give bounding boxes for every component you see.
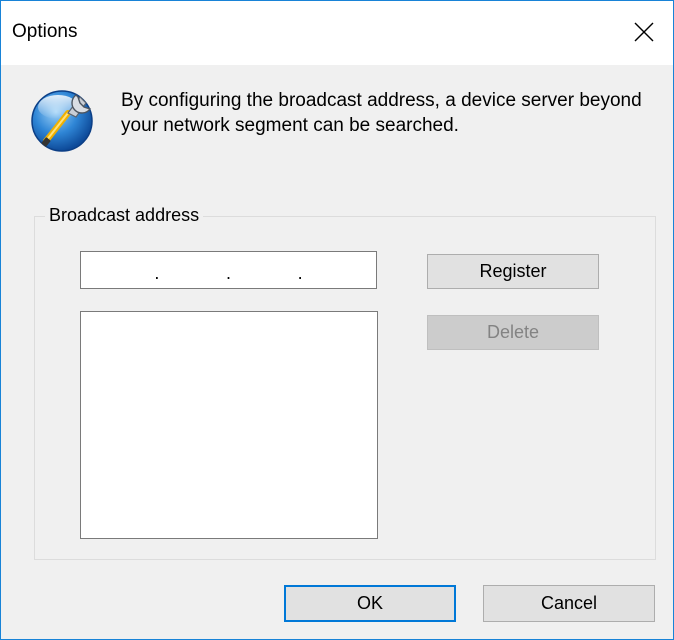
group-label: Broadcast address — [45, 205, 204, 226]
close-icon — [634, 22, 654, 42]
title-bar: Options — [1, 1, 673, 65]
ip-separator: . — [154, 263, 160, 283]
settings-wrench-icon — [31, 90, 93, 152]
register-button[interactable]: Register — [427, 254, 599, 289]
info-message: By configuring the broadcast address, a … — [121, 90, 642, 136]
ip-separator: . — [225, 263, 231, 283]
options-dialog: Options By configuring the broadcast add… — [0, 0, 674, 640]
cancel-button[interactable]: Cancel — [483, 585, 655, 622]
ok-button[interactable]: OK — [284, 585, 456, 622]
ip-separator: . — [297, 263, 303, 283]
window-title: Options — [12, 21, 78, 42]
ip-address-input[interactable]: . . . — [80, 251, 377, 289]
close-button[interactable] — [615, 1, 673, 65]
delete-button[interactable]: Delete — [427, 315, 599, 350]
broadcast-address-list[interactable] — [80, 311, 378, 539]
